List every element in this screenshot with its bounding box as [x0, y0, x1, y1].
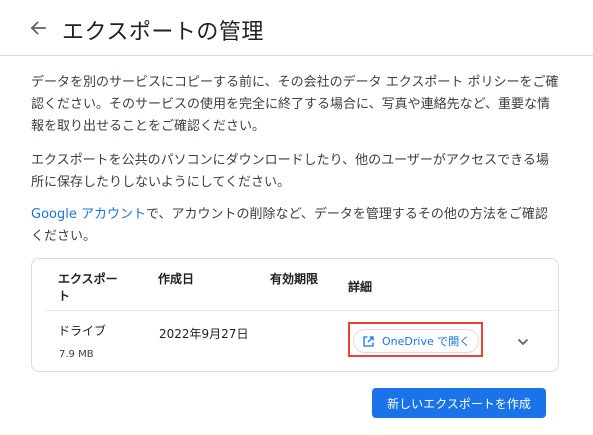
- arrow-back-icon: [30, 20, 46, 40]
- column-header-details: 詳細: [348, 280, 373, 294]
- exports-table: エクスポート 作成日 有効期限 詳細 ドライブ 7.9 MB 2022年9月27…: [31, 258, 559, 372]
- column-header-created: 作成日: [158, 272, 195, 286]
- column-header-expiry: 有効期限: [270, 272, 319, 286]
- export-size: 7.9 MB: [59, 349, 94, 360]
- expand-row-button[interactable]: [513, 330, 533, 350]
- page-title: エクスポートの管理: [62, 20, 264, 45]
- open-in-onedrive-button[interactable]: OneDrive で開く: [353, 329, 479, 353]
- open-in-onedrive-label: OneDrive で開く: [382, 335, 471, 348]
- security-notice: エクスポートを公共のパソコンにダウンロードしたり、他のユーザーがアクセスできる場…: [31, 153, 549, 190]
- chevron-down-icon: [517, 331, 529, 350]
- back-button[interactable]: [26, 18, 50, 42]
- google-account-link[interactable]: Google アカウント: [31, 207, 146, 222]
- create-export-button[interactable]: 新しいエクスポートを作成: [372, 388, 546, 418]
- row-divider: [46, 310, 558, 311]
- page-header: エクスポートの管理: [0, 0, 593, 56]
- policy-notice: データを別のサービスにコピーする前に、その会社のデータ エクスポート ポリシーを…: [31, 75, 559, 134]
- column-header-export: エクスポート: [58, 272, 118, 303]
- export-name: ドライブ: [58, 324, 107, 338]
- account-notice: Google アカウントで、アカウントの削除など、データを管理するその他の方法を…: [31, 204, 559, 248]
- export-created-date: 2022年9月27日: [159, 327, 249, 341]
- open-in-new-icon: [362, 335, 374, 347]
